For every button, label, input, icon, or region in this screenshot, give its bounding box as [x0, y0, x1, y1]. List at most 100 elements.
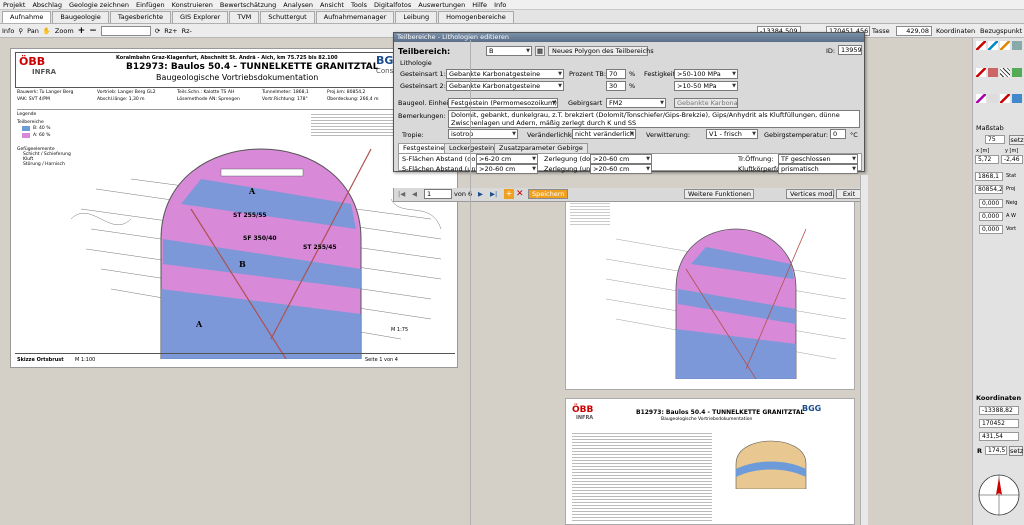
last-page-icon[interactable]: ▶| — [490, 190, 497, 198]
hand-icon[interactable]: ✋ — [43, 27, 51, 35]
save-button[interactable]: Speichern — [528, 189, 568, 199]
zerd-select[interactable]: >20-60 cm — [590, 154, 652, 164]
pan-tool[interactable]: Pan — [27, 27, 39, 35]
tab-4[interactable]: TVM — [229, 11, 260, 23]
zoom-select[interactable] — [100, 25, 151, 36]
zeru-select[interactable]: >20-60 cm — [590, 164, 652, 174]
gestein2-select[interactable]: Gebankte Karbonatgesteine — [446, 81, 564, 91]
symbol-icon[interactable] — [976, 94, 986, 104]
menu-item-12[interactable]: Info — [494, 1, 506, 9]
tab-2[interactable]: Tagesberichte — [109, 11, 172, 23]
tab-zusatzparameter[interactable]: Zusatzparameter Gebirge — [494, 143, 588, 153]
bemerkungen-field[interactable]: Dolomit, gebankt, dunkelgrau, z.T. brekz… — [448, 110, 860, 128]
select-icon[interactable] — [1012, 41, 1022, 50]
koordinaten-label: Koordinaten — [936, 27, 976, 35]
neigung-field[interactable]: 0,000 — [979, 199, 1003, 208]
veraenderlichkeit-select[interactable]: nicht veränderlich — [572, 129, 636, 139]
menu-item-10[interactable]: Auswertungen — [418, 1, 465, 9]
sfd-select[interactable]: >6-20 cm — [476, 154, 538, 164]
r-field[interactable]: 174,5 — [985, 446, 1007, 455]
info-tool[interactable]: Info — [2, 27, 14, 35]
gestein1-select[interactable]: Gebankte Karbonatgesteine — [446, 69, 564, 79]
page-field[interactable]: 1 — [424, 189, 452, 199]
first-page-icon[interactable]: |◀ — [398, 190, 405, 198]
vortrieb-field[interactable]: 0,000 — [979, 225, 1003, 234]
y-field[interactable]: -2,46 — [1001, 155, 1023, 164]
aw-field[interactable]: 0,000 — [979, 212, 1003, 221]
new-polygon-button[interactable]: Neues Polygon des Teilbereichs — [548, 46, 654, 56]
prev-page-icon[interactable]: ◀ — [412, 190, 417, 198]
kluft-select[interactable]: prismatisch — [778, 164, 858, 174]
delete-icon[interactable]: ✕ — [516, 189, 524, 199]
festigkeit1-select[interactable]: >50-100 MPa — [674, 69, 738, 79]
massstab-set-button[interactable]: setz — [1009, 135, 1024, 145]
more-functions-button[interactable]: Weitere Funktionen — [684, 189, 754, 199]
next-page-icon[interactable]: ▶ — [478, 190, 483, 198]
zoom-in-button[interactable]: + — [78, 26, 86, 36]
bezugspunkt-button[interactable]: Bezugspunkt setzen — [980, 27, 1024, 35]
koord-y-field[interactable]: 170452 — [979, 419, 1019, 428]
menu-item-9[interactable]: Digitalfotos — [374, 1, 411, 9]
tab-7[interactable]: Leibung — [395, 11, 438, 23]
festigkeit2-select[interactable]: >10-50 MPa — [674, 81, 738, 91]
menu-item-6[interactable]: Analysen — [283, 1, 313, 9]
tab-1[interactable]: Baugeologie — [52, 11, 109, 23]
arrow-icon[interactable] — [1000, 94, 1010, 104]
menu-item-7[interactable]: Ansicht — [320, 1, 344, 9]
polygon-icon[interactable]: ▦ — [535, 46, 545, 56]
pct1: % — [629, 70, 636, 78]
massstab-field[interactable]: 75 — [985, 135, 1005, 144]
zoom-tool[interactable]: Zoom — [55, 27, 74, 35]
vertices-button[interactable]: Vertices mod. — [786, 189, 835, 199]
tab-3[interactable]: GIS Explorer — [172, 11, 229, 23]
tab-8[interactable]: Homogenbereiche — [438, 11, 514, 23]
text-icon[interactable] — [988, 94, 998, 104]
r-set-button[interactable]: setz — [1009, 446, 1023, 456]
pointer-icon[interactable]: ⚲ — [18, 27, 23, 35]
menu-item-8[interactable]: Tools — [351, 1, 367, 9]
menu-item-3[interactable]: Einfügen — [136, 1, 165, 9]
draw-poly-icon[interactable] — [988, 41, 998, 50]
color-icon[interactable] — [1012, 67, 1022, 77]
add-icon[interactable]: + — [504, 189, 514, 199]
verwitterung-select[interactable]: V1 - frisch — [706, 129, 758, 139]
measure-icon[interactable] — [976, 67, 986, 77]
rotate-plus-button[interactable]: Rz+ — [164, 27, 177, 35]
station-field[interactable]: 1868,1 — [975, 172, 1003, 181]
temperatur-field[interactable]: 0 — [830, 129, 846, 139]
zoom-out-button[interactable]: − — [89, 26, 97, 36]
verwitterung-label: Verwitterung: — [646, 131, 691, 139]
baugeol-select[interactable]: Festgestein (Permomesozoikum) — [448, 98, 558, 108]
gebirgsart-select[interactable]: FM2 — [606, 98, 666, 108]
rotate-minus-button[interactable]: Rz- — [182, 27, 192, 35]
tab-0[interactable]: Aufnahme — [2, 11, 52, 23]
hatch-icon[interactable] — [1000, 67, 1010, 77]
sf-label-box — [220, 168, 304, 177]
troeffnung-select[interactable]: TF geschlossen — [778, 154, 858, 164]
eraser-icon[interactable] — [988, 67, 998, 77]
menu-item-2[interactable]: Geologie zeichnen — [69, 1, 129, 9]
fill-icon[interactable] — [1012, 94, 1022, 104]
koord-x-field[interactable]: -13388,82 — [979, 406, 1019, 415]
projkm-field[interactable]: 80854,2 — [975, 185, 1003, 194]
prozent1-field[interactable]: 70 — [606, 69, 626, 79]
teilbereich-select[interactable]: B — [486, 46, 532, 56]
sfu-select[interactable]: >20-60 cm — [476, 164, 538, 174]
x-field[interactable]: 5,72 — [975, 155, 999, 164]
draw-line-icon[interactable] — [976, 41, 986, 50]
koord-z-field[interactable]: 431,54 — [979, 432, 1019, 441]
refresh-icon[interactable]: ⟳ — [155, 27, 160, 35]
tab-5[interactable]: Schuttergut — [260, 11, 315, 23]
pencil-icon[interactable] — [1000, 41, 1010, 50]
tab-6[interactable]: Aufnahmemanager — [315, 11, 395, 23]
menu-item-0[interactable]: Projekt — [3, 1, 25, 9]
menu-item-1[interactable]: Abschlag — [32, 1, 62, 9]
exit-button[interactable]: Exit — [836, 189, 862, 199]
menu-item-4[interactable]: Konstruieren — [172, 1, 213, 9]
tropie-select[interactable]: isotrop — [448, 129, 518, 139]
menu-item-5[interactable]: Bewertschätzung — [220, 1, 276, 9]
menu-item-11[interactable]: Hilfe — [472, 1, 487, 9]
vertical-scrollbar[interactable] — [860, 175, 868, 525]
prozent2-field[interactable]: 30 — [606, 81, 626, 91]
tab-festgesteine[interactable]: Festgesteine — [398, 143, 450, 153]
